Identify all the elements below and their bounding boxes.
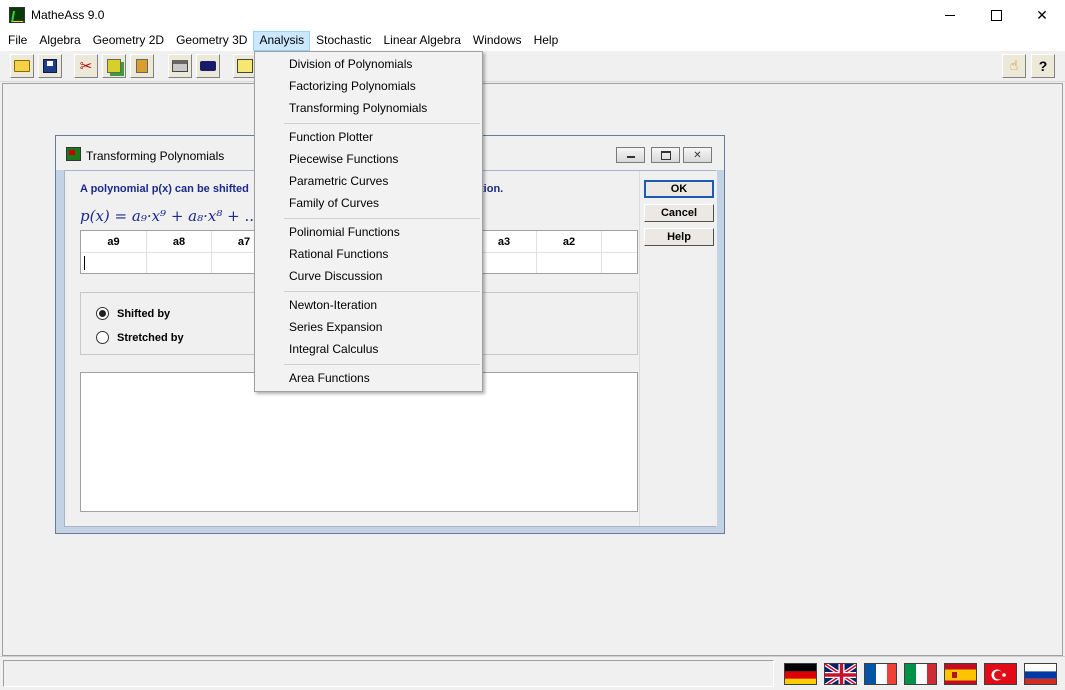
status-bar — [0, 656, 1065, 690]
french-flag-icon[interactable] — [864, 663, 897, 685]
cancel-button[interactable]: Cancel — [644, 204, 714, 222]
copy-button[interactable] — [102, 54, 126, 78]
copy-icon — [107, 59, 121, 73]
help-button[interactable]: Help — [644, 228, 714, 246]
cut-button[interactable]: ✂ — [74, 54, 98, 78]
coef-header-a9: a9 — [81, 231, 147, 253]
menu-piecewise-functions[interactable]: Piecewise Functions — [289, 150, 398, 168]
menu-area-functions[interactable]: Area Functions — [289, 369, 370, 387]
coef-cell-a9[interactable] — [81, 253, 147, 273]
turkish-flag-icon[interactable] — [984, 663, 1017, 685]
hand-button[interactable]: ☝ — [1002, 54, 1026, 78]
hand-icon: ☝ — [1009, 58, 1019, 74]
italian-flag-icon[interactable] — [904, 663, 937, 685]
child-close-button[interactable] — [683, 147, 712, 163]
toolbar: ✂ ☝ ? — [0, 51, 1065, 82]
menu-function-plotter[interactable]: Function Plotter — [289, 128, 373, 146]
uk-flag-icon[interactable] — [824, 663, 857, 685]
menu-parametric-curves[interactable]: Parametric Curves — [289, 172, 388, 190]
save-disk-icon — [43, 59, 57, 73]
coef-header-a1: a1 — [602, 231, 637, 253]
child-maximize-button[interactable] — [651, 147, 680, 163]
menu-analysis[interactable]: Analysis — [253, 31, 311, 51]
paste-icon — [136, 59, 148, 73]
print-icon — [172, 60, 188, 72]
menu-file[interactable]: File — [2, 31, 33, 51]
description-text: A polynomial p(x) can be shifted — [80, 183, 249, 195]
status-text-field — [3, 660, 774, 687]
menu-family-of-curves[interactable]: Family of Curves — [289, 194, 379, 212]
dialog-button-panel: OK Cancel Help — [639, 171, 717, 526]
coef-cell-a8[interactable] — [147, 253, 212, 273]
polynomial-formula: p(x) = a₉·x⁹ + a₈·x⁸ + ... — [80, 207, 259, 225]
mathematics-app-icon — [9, 7, 25, 23]
context-help-button[interactable]: ? — [1031, 54, 1055, 78]
menu-separator — [284, 364, 480, 365]
polynomial-window-icon — [66, 147, 81, 161]
open-button[interactable] — [10, 54, 34, 78]
spanish-flag-icon[interactable] — [944, 663, 977, 685]
coef-header-a8: a8 — [147, 231, 212, 253]
shifted-by-option[interactable]: Shifted by — [96, 307, 170, 320]
screenshot-button[interactable] — [196, 54, 220, 78]
ok-button[interactable]: OK — [644, 180, 714, 198]
analysis-dropdown-menu: Division of Polynomials Factorizing Poly… — [254, 51, 483, 392]
german-flag-icon[interactable] — [784, 663, 817, 685]
text-caret — [84, 256, 85, 270]
menu-help[interactable]: Help — [528, 31, 565, 51]
shifted-by-radio[interactable] — [96, 307, 109, 320]
window-title: MatheAss 9.0 — [31, 8, 105, 22]
save-button[interactable] — [38, 54, 62, 78]
child-minimize-button[interactable] — [616, 147, 645, 163]
close-button[interactable] — [1019, 0, 1065, 31]
menu-linear-algebra[interactable]: Linear Algebra — [377, 31, 466, 51]
menu-separator — [284, 291, 480, 292]
description-text-end: tion. — [480, 183, 504, 195]
menu-geometry-2d[interactable]: Geometry 2D — [87, 31, 170, 51]
stretched-by-option[interactable]: Stretched by — [96, 331, 184, 344]
plot-icon — [237, 59, 253, 73]
title-bar: MatheAss 9.0 — [0, 0, 1065, 31]
menu-windows[interactable]: Windows — [467, 31, 528, 51]
russian-flag-icon[interactable] — [1024, 663, 1057, 685]
menu-rational-functions[interactable]: Rational Functions — [289, 245, 388, 263]
open-folder-icon — [14, 60, 30, 72]
menu-transforming-polynomials[interactable]: Transforming Polynomials — [289, 99, 427, 117]
print-button[interactable] — [168, 54, 192, 78]
menu-algebra[interactable]: Algebra — [33, 31, 86, 51]
help-question-icon: ? — [1038, 58, 1048, 74]
menu-geometry-3d[interactable]: Geometry 3D — [170, 31, 253, 51]
menu-bar: File Algebra Geometry 2D Geometry 3D Ana… — [0, 31, 1065, 51]
menu-division-of-polynomials[interactable]: Division of Polynomials — [289, 55, 412, 73]
menu-separator — [284, 123, 480, 124]
coef-cell-a2[interactable] — [537, 253, 602, 273]
menu-stochastic[interactable]: Stochastic — [310, 31, 377, 51]
camera-icon — [200, 61, 216, 71]
menu-separator — [284, 218, 480, 219]
cut-scissors-icon: ✂ — [79, 57, 93, 75]
shifted-by-label: Shifted by — [117, 307, 171, 320]
paste-button[interactable] — [130, 54, 154, 78]
menu-polinomial-functions[interactable]: Polinomial Functions — [289, 223, 400, 241]
menu-newton-iteration[interactable]: Newton-Iteration — [289, 296, 377, 314]
maximize-button[interactable] — [973, 0, 1019, 31]
stretched-by-label: Stretched by — [117, 331, 184, 344]
result-output-area[interactable] — [80, 372, 638, 512]
coef-header-a2: a2 — [537, 231, 602, 253]
menu-integral-calculus[interactable]: Integral Calculus — [289, 340, 378, 358]
menu-factorizing-polynomials[interactable]: Factorizing Polynomials — [289, 77, 416, 95]
stretched-by-radio[interactable] — [96, 331, 109, 344]
child-window-title: Transforming Polynomials — [86, 149, 225, 163]
minimize-button[interactable] — [927, 0, 973, 31]
menu-curve-discussion[interactable]: Curve Discussion — [289, 267, 382, 285]
coef-cell-a1[interactable] — [602, 253, 637, 273]
menu-series-expansion[interactable]: Series Expansion — [289, 318, 382, 336]
